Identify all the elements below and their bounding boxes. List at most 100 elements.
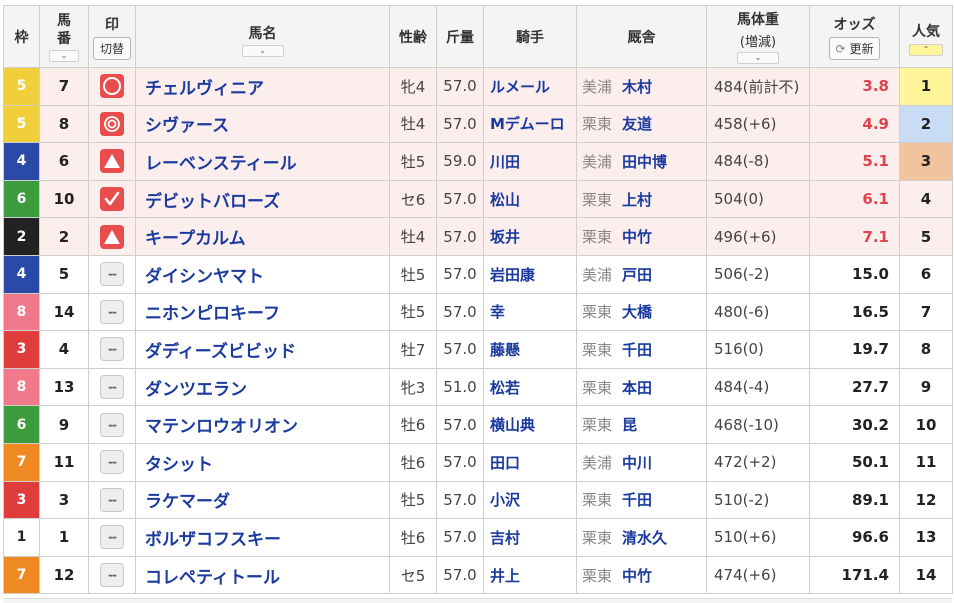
table-row[interactable]: 4 5 -- ダイシンヤマト 牡5 57.0 岩田康 美浦 戸田 506(-2) 15.0 6 (3, 254, 953, 294)
chevron-down-icon[interactable]: ⌄ (49, 49, 79, 62)
table-row[interactable]: 7 11 -- タシット 牡6 57.0 田口 美浦 中川 472(+2) 50.1 11 (3, 442, 953, 482)
trainer-link[interactable]: 清水久 (622, 529, 667, 547)
horse-name-link[interactable]: ボルザコフスキー (135, 518, 390, 557)
header-kinryo[interactable]: 斤量 (436, 5, 484, 68)
jockey-link[interactable]: 横山典 (483, 405, 577, 444)
odds-refresh-button[interactable]: ⟳ 更新 (828, 36, 881, 60)
table-row[interactable]: 3 3 -- ラケマーダ 牡5 57.0 小沢 栗東 千田 510(-2) 89.1 12 (3, 480, 953, 520)
header-name[interactable]: 馬名 ⌄ (135, 5, 390, 68)
table-row[interactable]: 6 10 デビットバローズ セ6 57.0 松山 栗東 上村 504(0) 6.1 4 (3, 179, 953, 219)
mark-cell[interactable] (88, 217, 136, 256)
mark-cell[interactable]: -- (88, 367, 136, 407)
trainer-link[interactable]: 田中博 (622, 153, 667, 171)
jockey-link[interactable]: 松山 (483, 179, 577, 219)
trainer-link[interactable]: 上村 (622, 191, 652, 209)
jockey-link[interactable]: 田口 (483, 442, 577, 482)
jockey-link[interactable]: 小沢 (483, 480, 577, 520)
horse-name-link[interactable]: ダディーズビビッド (135, 330, 390, 369)
horse-name-link[interactable]: ダイシンヤマト (135, 254, 390, 294)
trainer-link[interactable]: 木村 (622, 78, 652, 96)
horse-name-link[interactable]: キープカルム (135, 217, 390, 256)
jockey-link[interactable]: Mデムーロ (483, 104, 577, 144)
table-row[interactable]: 8 13 -- ダンツエラン 牝3 51.0 松若 栗東 本田 484(-4) 27.7 9 (3, 367, 953, 407)
jockey-link[interactable]: 松若 (483, 367, 577, 407)
umaban-cell: 5 (39, 254, 89, 294)
horse-name-link[interactable]: デビットバローズ (135, 179, 390, 219)
table-row[interactable]: 2 2 キープカルム 牡4 57.0 坂井 栗東 中竹 496(+6) 7.1 5 (3, 217, 953, 256)
no-mark-icon[interactable]: -- (100, 563, 124, 588)
table-row[interactable]: 1 1 -- ボルザコフスキー 牡6 57.0 吉村 栗東 清水久 510(+6) 96.6 13 (3, 518, 953, 557)
mark-cell[interactable]: -- (88, 518, 136, 557)
mark-toggle-button[interactable]: 切替 (92, 36, 131, 60)
no-mark-icon[interactable]: -- (100, 525, 124, 550)
table-row[interactable]: 6 9 -- マテンロウオリオン 牡6 57.0 横山典 栗東昆 468(-10) 30.2 10 (3, 405, 953, 444)
table-row[interactable]: 3 4 -- ダディーズビビッド 牡7 57.0 藤懸 栗東 千田 516(0) 19.7 8 (3, 330, 953, 369)
no-mark-icon[interactable]: -- (100, 262, 124, 287)
taikou-mark-icon[interactable] (100, 111, 124, 136)
jockey-link[interactable]: 川田 (483, 142, 577, 181)
no-mark-icon[interactable]: -- (100, 375, 124, 400)
mark-cell[interactable]: -- (88, 555, 136, 595)
horse-name-link[interactable]: ラケマーダ (135, 480, 390, 520)
table-row[interactable]: 5 7 チェルヴィニア 牝4 57.0 ルメール 美浦 木村 484(前計不) 3.8 1 (3, 67, 953, 106)
jockey-link[interactable]: 吉村 (483, 518, 577, 557)
trainer-link[interactable]: 大橋 (622, 303, 652, 321)
horse-name-link[interactable]: ダンツエラン (135, 367, 390, 407)
horse-name-link[interactable]: コレペティトール (135, 555, 390, 595)
jockey-link[interactable]: 藤懸 (483, 330, 577, 369)
horse-name-link[interactable]: レーベンスティール (135, 142, 390, 181)
trainer-link[interactable]: 中竹 (622, 228, 652, 246)
no-mark-icon[interactable]: -- (100, 450, 124, 475)
table-row[interactable]: 8 14 -- ニホンピロキーフ 牡5 57.0 幸栗東 大橋 480(-6) 16.5 7 (3, 292, 953, 332)
stable-cell: 栗東 友道 (576, 104, 707, 144)
renka-mark-icon[interactable] (100, 224, 124, 249)
check-mark-icon[interactable] (100, 187, 124, 212)
no-mark-icon[interactable]: -- (100, 412, 124, 437)
trainer-link[interactable]: 昆 (622, 416, 637, 434)
mark-cell[interactable] (88, 67, 136, 106)
mark-cell[interactable]: -- (88, 292, 136, 332)
mark-cell[interactable] (88, 142, 136, 181)
horse-name-link[interactable]: ニホンピロキーフ (135, 292, 390, 332)
horse-name-link[interactable]: マテンロウオリオン (135, 405, 390, 444)
table-row[interactable]: 5 8 シヴァース 牡4 57.0 Mデムーロ 栗東 友道 458(+6) 4.9 2 (3, 104, 953, 144)
jockey-link[interactable]: 岩田康 (483, 254, 577, 294)
stable-cell: 栗東 千田 (576, 480, 707, 520)
trainer-link[interactable]: 本田 (622, 379, 652, 397)
mark-cell[interactable] (88, 104, 136, 144)
trainer-link[interactable]: 友道 (622, 115, 652, 133)
body-weight-cell: 468(-10) (706, 405, 810, 444)
chevron-down-icon[interactable]: ⌄ (737, 52, 779, 64)
mark-cell[interactable]: -- (88, 480, 136, 520)
trainer-link[interactable]: 戸田 (622, 266, 652, 284)
horse-name-link[interactable]: タシット (135, 442, 390, 482)
jockey-link[interactable]: ルメール (483, 67, 577, 106)
mark-cell[interactable]: -- (88, 330, 136, 369)
header-weight[interactable]: 馬体重 (増減) ⌄ (706, 5, 810, 68)
trainer-link[interactable]: 中竹 (622, 567, 652, 585)
renka-mark-icon[interactable] (100, 149, 124, 174)
header-waku[interactable]: 枠 (3, 5, 40, 68)
trainer-link[interactable]: 中川 (622, 454, 652, 472)
mark-cell[interactable]: -- (88, 405, 136, 444)
no-mark-icon[interactable]: -- (100, 337, 124, 362)
jockey-link[interactable]: 幸 (483, 292, 577, 332)
jockey-link[interactable]: 井上 (483, 555, 577, 595)
header-popularity[interactable]: 人気 ⌃ (899, 5, 953, 68)
chevron-down-icon[interactable]: ⌄ (241, 44, 284, 57)
chevron-down-icon[interactable]: ⌃ (909, 44, 943, 56)
no-mark-icon[interactable]: -- (100, 299, 124, 324)
table-row[interactable]: 4 6 レーベンスティール 牡5 59.0 川田 美浦 田中博 484(-8) 5.1 3 (3, 142, 953, 181)
horse-name-link[interactable]: シヴァース (135, 104, 390, 144)
no-mark-icon[interactable]: -- (100, 487, 124, 512)
trainer-link[interactable]: 千田 (622, 491, 652, 509)
horse-name-link[interactable]: チェルヴィニア (135, 67, 390, 106)
mark-cell[interactable] (88, 179, 136, 219)
honmei-mark-icon[interactable] (100, 74, 124, 99)
trainer-link[interactable]: 千田 (622, 341, 652, 359)
mark-cell[interactable]: -- (88, 254, 136, 294)
jockey-link[interactable]: 坂井 (483, 217, 577, 256)
table-row[interactable]: 7 12 -- コレペティトール セ5 57.0 井上 栗東 中竹 474(+6) 171.4 14 (3, 555, 953, 595)
mark-cell[interactable]: -- (88, 442, 136, 482)
header-umaban[interactable]: 馬 番 ⌄ (39, 5, 89, 68)
